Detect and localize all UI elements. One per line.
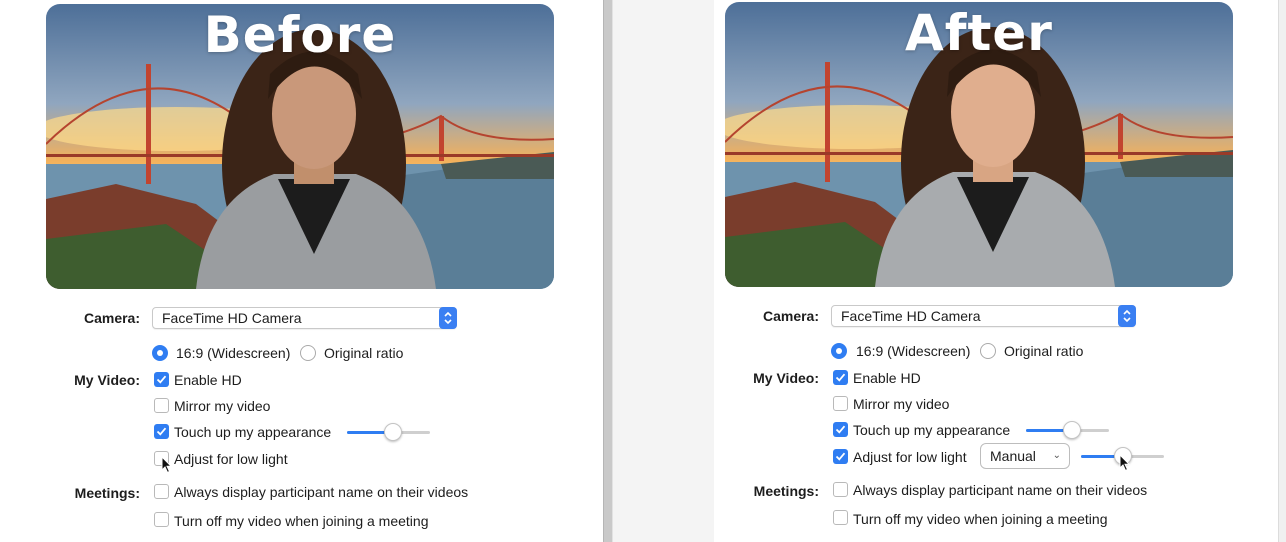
checkmark-icon xyxy=(156,427,167,436)
camera-select[interactable]: FaceTime HD Camera xyxy=(831,305,1136,327)
window-edge xyxy=(1278,0,1286,542)
mirror-video-checkbox[interactable] xyxy=(833,396,848,411)
turn-off-video-checkbox[interactable] xyxy=(833,510,848,525)
enable-hd-checkbox[interactable] xyxy=(154,372,169,387)
meetings-label: Meetings: xyxy=(753,483,819,499)
camera-label: Camera: xyxy=(83,310,140,326)
radio-original-ratio-label: Original ratio xyxy=(324,345,404,361)
enable-hd-checkbox[interactable] xyxy=(833,370,848,385)
touch-up-slider[interactable] xyxy=(1026,421,1109,439)
touch-up-label: Touch up my appearance xyxy=(853,422,1011,438)
mirror-video-label: Mirror my video xyxy=(853,396,950,412)
camera-select-value: FaceTime HD Camera xyxy=(162,310,302,326)
video-preview: After xyxy=(725,2,1233,287)
video-preview: Before xyxy=(46,4,554,289)
checkmark-icon xyxy=(835,373,846,382)
enable-hd-label: Enable HD xyxy=(853,370,921,386)
up-down-chevron-icon xyxy=(439,307,457,329)
overlay-title: Before xyxy=(203,6,397,64)
touch-up-checkbox[interactable] xyxy=(833,422,848,437)
turn-off-video-checkbox[interactable] xyxy=(154,512,169,527)
turn-off-video-label: Turn off my video when joining a meeting xyxy=(174,513,429,529)
mouse-pointer-icon xyxy=(1119,454,1131,472)
low-light-label: Adjust for low light xyxy=(853,449,967,465)
display-name-checkbox[interactable] xyxy=(154,484,169,499)
checkmark-icon xyxy=(156,375,167,384)
camera-select-value: FaceTime HD Camera xyxy=(841,308,981,324)
panel-gap xyxy=(613,0,714,542)
turn-off-video-label: Turn off my video when joining a meeting xyxy=(853,511,1108,527)
low-light-mode-select[interactable]: Manual ⌄ xyxy=(980,443,1070,469)
touch-up-checkbox[interactable] xyxy=(154,424,169,439)
meetings-label: Meetings: xyxy=(74,485,140,501)
chevron-down-icon: ⌄ xyxy=(1052,450,1061,461)
mirror-video-label: Mirror my video xyxy=(174,398,271,414)
up-down-chevron-icon xyxy=(1118,305,1136,327)
low-light-checkbox[interactable] xyxy=(833,449,848,464)
overlay-title: After xyxy=(905,4,1053,62)
my-video-label: My Video: xyxy=(753,370,819,386)
panel-after: After Camera: FaceTime HD Camera 16:9 (W… xyxy=(714,0,1286,542)
radio-original-ratio[interactable] xyxy=(980,343,996,359)
camera-select[interactable]: FaceTime HD Camera xyxy=(152,307,457,329)
low-light-label: Adjust for low light xyxy=(174,451,288,467)
radio-widescreen[interactable] xyxy=(831,343,847,359)
enable-hd-label: Enable HD xyxy=(174,372,242,388)
mirror-video-checkbox[interactable] xyxy=(154,398,169,413)
radio-widescreen-label: 16:9 (Widescreen) xyxy=(176,345,291,361)
radio-widescreen[interactable] xyxy=(152,345,168,361)
checkmark-icon xyxy=(835,425,846,434)
panel-divider xyxy=(603,0,613,542)
my-video-label: My Video: xyxy=(74,372,140,388)
checkmark-icon xyxy=(835,452,846,461)
slider-knob[interactable] xyxy=(1062,421,1081,439)
touch-up-slider[interactable] xyxy=(347,423,430,441)
touch-up-label: Touch up my appearance xyxy=(174,424,332,440)
low-light-mode-value: Manual xyxy=(990,448,1036,464)
panel-before: Before Camera: FaceTime HD Camera 16:9 (… xyxy=(0,0,603,542)
slider-knob[interactable] xyxy=(383,423,402,441)
radio-widescreen-label: 16:9 (Widescreen) xyxy=(856,343,971,359)
display-name-label: Always display participant name on their… xyxy=(853,482,1148,498)
display-name-checkbox[interactable] xyxy=(833,482,848,497)
radio-original-ratio[interactable] xyxy=(300,345,316,361)
display-name-label: Always display participant name on their… xyxy=(174,484,469,500)
mouse-pointer-icon xyxy=(161,456,173,474)
camera-label: Camera: xyxy=(762,308,819,324)
radio-original-ratio-label: Original ratio xyxy=(1004,343,1084,359)
